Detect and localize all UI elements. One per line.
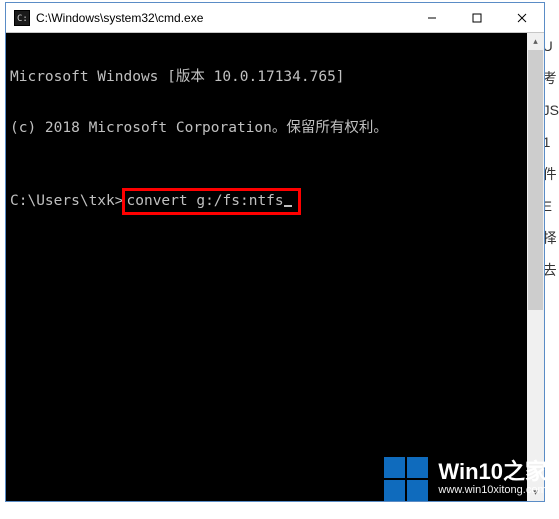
watermark: Win10之家 www.win10xitong.com (384, 457, 547, 501)
svg-text:C:: C: (17, 14, 28, 24)
titlebar[interactable]: C: C:\Windows\system32\cmd.exe (6, 3, 544, 33)
vertical-scrollbar[interactable]: ▴ ▾ (527, 33, 544, 501)
maximize-button[interactable] (454, 3, 499, 32)
close-button[interactable] (499, 3, 544, 32)
prompt-line: C:\Users\txk>convert g:/fs:ntfs (10, 188, 540, 215)
cmd-window: C: C:\Windows\system32\cmd.exe Microsoft… (5, 2, 545, 502)
console-line: Microsoft Windows [版本 10.0.17134.765] (10, 69, 540, 86)
prompt-text: C:\Users\txk> (10, 193, 124, 210)
scroll-thumb[interactable] (528, 50, 543, 310)
console-line: (c) 2018 Microsoft Corporation。保留所有权利。 (10, 120, 540, 137)
text-cursor (284, 205, 292, 207)
command-highlight: convert g:/fs:ntfs (122, 188, 301, 215)
window-title: C:\Windows\system32\cmd.exe (36, 11, 409, 25)
window-controls (409, 3, 544, 32)
minimize-button[interactable] (409, 3, 454, 32)
console-output[interactable]: Microsoft Windows [版本 10.0.17134.765] (c… (6, 33, 544, 501)
scroll-up-arrow-icon[interactable]: ▴ (527, 33, 544, 50)
watermark-title: Win10之家 (438, 461, 547, 483)
windows-logo-icon (384, 457, 428, 501)
watermark-text: Win10之家 www.win10xitong.com (438, 461, 547, 497)
watermark-subtitle: www.win10xitong.com (438, 483, 547, 497)
cmd-icon: C: (14, 10, 30, 26)
command-text: convert g:/fs:ntfs (127, 193, 284, 209)
